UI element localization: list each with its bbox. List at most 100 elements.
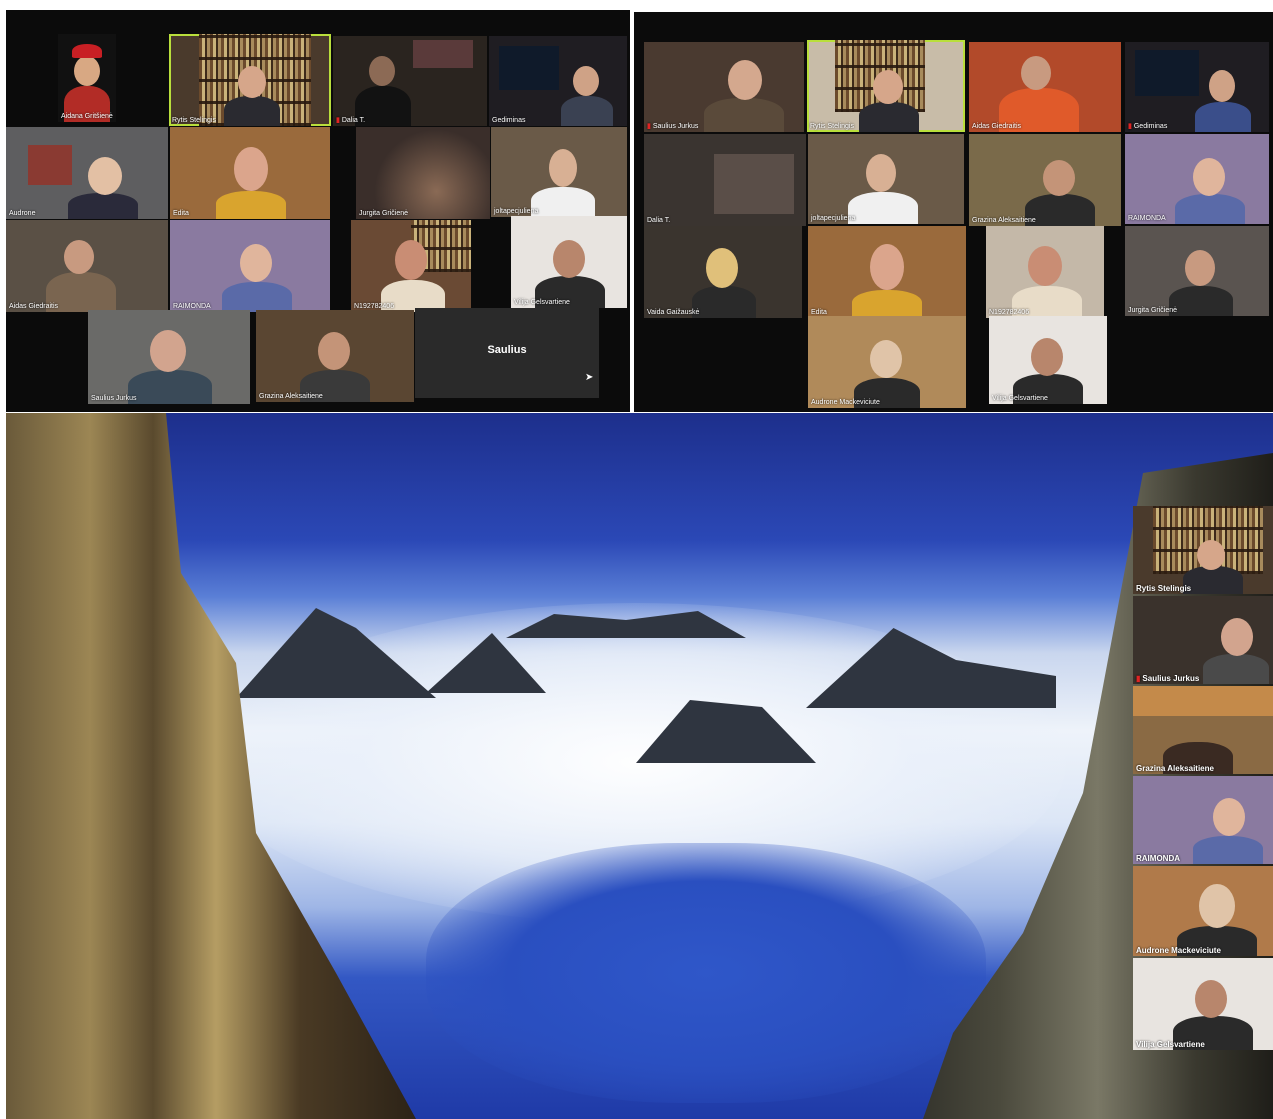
- mic-muted-icon: ▮: [1128, 123, 1132, 130]
- video-tile[interactable]: Vilija Gelsvartiene: [989, 316, 1107, 404]
- video-tile[interactable]: Saulius Jurkus: [88, 310, 250, 404]
- participant-face: [318, 332, 350, 370]
- video-tile[interactable]: Audrone Mackeviciute: [1133, 866, 1273, 956]
- participant-name: Jurgita Gričienė: [1128, 307, 1178, 314]
- participant-face: [866, 154, 896, 192]
- video-tile-camera-off[interactable]: Saulius: [415, 308, 599, 398]
- video-tile[interactable]: Jurgita Gričienė: [356, 127, 490, 219]
- video-tile[interactable]: Edita: [170, 127, 330, 219]
- video-tile[interactable]: Aidas Giedraitis: [969, 42, 1121, 132]
- participant-figure: [1169, 286, 1233, 316]
- participant-name: Vilija Gelsvartiene: [514, 299, 570, 306]
- room-background: [1133, 686, 1273, 716]
- santa-hat: [72, 44, 102, 58]
- video-tile[interactable]: RAIMONDA: [1125, 134, 1269, 224]
- participant-face: [1021, 56, 1051, 90]
- participant-face: [873, 70, 903, 104]
- participant-name: RAIMONDA: [1136, 854, 1180, 863]
- room-background: [714, 154, 794, 214]
- participant-name: Grazina Aleksaitiene: [259, 393, 323, 400]
- video-tile[interactable]: Grazina Aleksaitiene: [1133, 686, 1273, 774]
- participant-figure: [222, 282, 292, 312]
- participant-name: Aidas Giedraitis: [972, 123, 1022, 130]
- participant-face: [238, 66, 266, 98]
- participant-figure: [1175, 194, 1245, 224]
- participant-name: Jurgita Gričienė: [359, 210, 409, 217]
- wall-art: [413, 40, 473, 68]
- window-background: [499, 46, 559, 90]
- participant-face: [1185, 250, 1215, 286]
- video-tile[interactable]: ▮ Gediminas: [1125, 42, 1269, 132]
- participant-face: [549, 149, 577, 187]
- participant-name: ▮ Saulius Jurkus: [647, 123, 699, 130]
- video-tile[interactable]: Gediminas: [489, 36, 627, 126]
- participant-figure: [216, 191, 286, 219]
- participant-name: Aidas Giedraitis: [9, 303, 59, 310]
- participant-face: [1193, 158, 1225, 196]
- participant-face: [1028, 246, 1062, 286]
- video-tile[interactable]: RAIMONDA: [170, 220, 330, 312]
- video-tile[interactable]: ▮ Dalia T.: [333, 36, 487, 126]
- video-tile[interactable]: joltapecjuliena: [808, 134, 964, 224]
- video-tile[interactable]: Jurgita Gričienė: [1125, 226, 1269, 316]
- video-tile-active-speaker[interactable]: Rytis Stelingis: [169, 34, 331, 126]
- participant-name: Rytis Stelingis: [810, 123, 854, 130]
- mouse-cursor-icon: ➤: [585, 372, 594, 383]
- participant-face: [1221, 618, 1253, 656]
- participant-face: [706, 248, 738, 288]
- video-tile[interactable]: Dalia T.: [644, 134, 806, 226]
- participant-name: Vaida Gaižauskė: [647, 309, 700, 316]
- participant-name: RAIMONDA: [1128, 215, 1166, 222]
- participant-face: [234, 147, 268, 191]
- participant-figure: [692, 286, 756, 318]
- shared-screen-mountain-image: [6, 413, 1273, 1119]
- video-tile[interactable]: Grazina Aleksaitiene: [969, 134, 1121, 226]
- participant-face: [573, 66, 599, 96]
- participant-figure: [68, 193, 138, 219]
- participant-figure: [561, 96, 613, 126]
- video-tile[interactable]: Audrone: [6, 127, 168, 219]
- participant-face: [395, 240, 427, 280]
- participant-name: Edita: [173, 210, 189, 217]
- participant-name: Vilija Gelsvartiene: [992, 395, 1048, 402]
- participant-name-large: Saulius: [487, 344, 527, 356]
- right-gallery-panel: ▮ Saulius Jurkus Rytis Stelingis Aidas Gi…: [634, 12, 1273, 412]
- video-tile[interactable]: N192782406: [351, 220, 471, 312]
- cloud-shadow: [426, 843, 986, 1103]
- participant-name: Rytis Stelingis: [172, 117, 216, 124]
- video-tile[interactable]: ▮ Saulius Jurkus: [1133, 596, 1273, 684]
- video-tile[interactable]: Audrone Mackeviciute: [808, 316, 966, 408]
- video-tile[interactable]: joltapecjuliena: [491, 127, 627, 217]
- left-gallery-panel: Aidana Gritšienė Rytis Stelingis ▮ Dalia …: [6, 10, 630, 412]
- video-tile[interactable]: RAIMONDA: [1133, 776, 1273, 864]
- video-tile[interactable]: Rytis Stelingis: [1133, 506, 1273, 594]
- participant-face: [1043, 160, 1075, 196]
- mic-muted-icon: ▮: [1136, 674, 1141, 683]
- participant-figure: [1193, 836, 1263, 864]
- participant-figure: [1183, 566, 1243, 594]
- participant-name: Audrone: [9, 210, 36, 217]
- participant-name: ▮ Dalia T.: [336, 117, 366, 124]
- video-tile[interactable]: Vaida Gaižauskė: [644, 226, 802, 318]
- participant-face: [74, 56, 100, 86]
- video-tile[interactable]: Edita: [808, 226, 966, 318]
- video-tile[interactable]: ▮ Saulius Jurkus: [644, 42, 804, 132]
- video-tile[interactable]: Aidana Gritšienė: [58, 34, 116, 122]
- dim-room-background: [356, 127, 490, 219]
- video-tile[interactable]: Vilija Gelsvartiene: [1133, 958, 1273, 1050]
- video-tile[interactable]: N192782406: [986, 226, 1104, 318]
- participant-face: [728, 60, 762, 100]
- participant-face: [64, 240, 94, 274]
- video-tile-active-speaker[interactable]: Rytis Stelingis: [807, 40, 965, 132]
- participant-figure: [852, 290, 922, 318]
- video-tile[interactable]: Aidas Giedraitis: [6, 220, 168, 312]
- participant-face: [870, 340, 902, 378]
- participant-name: Grazina Aleksaitiene: [1136, 764, 1214, 773]
- participant-name: Aidana Gritšienė: [61, 113, 113, 120]
- participant-name: Vilija Gelsvartiene: [1136, 1040, 1205, 1049]
- video-tile[interactable]: Vilija Gelsvartiene: [511, 216, 627, 308]
- participant-name: Grazina Aleksaitiene: [972, 217, 1036, 224]
- participant-face: [240, 244, 272, 282]
- video-tile[interactable]: Grazina Aleksaitiene: [256, 310, 414, 402]
- participant-figure: [224, 96, 280, 126]
